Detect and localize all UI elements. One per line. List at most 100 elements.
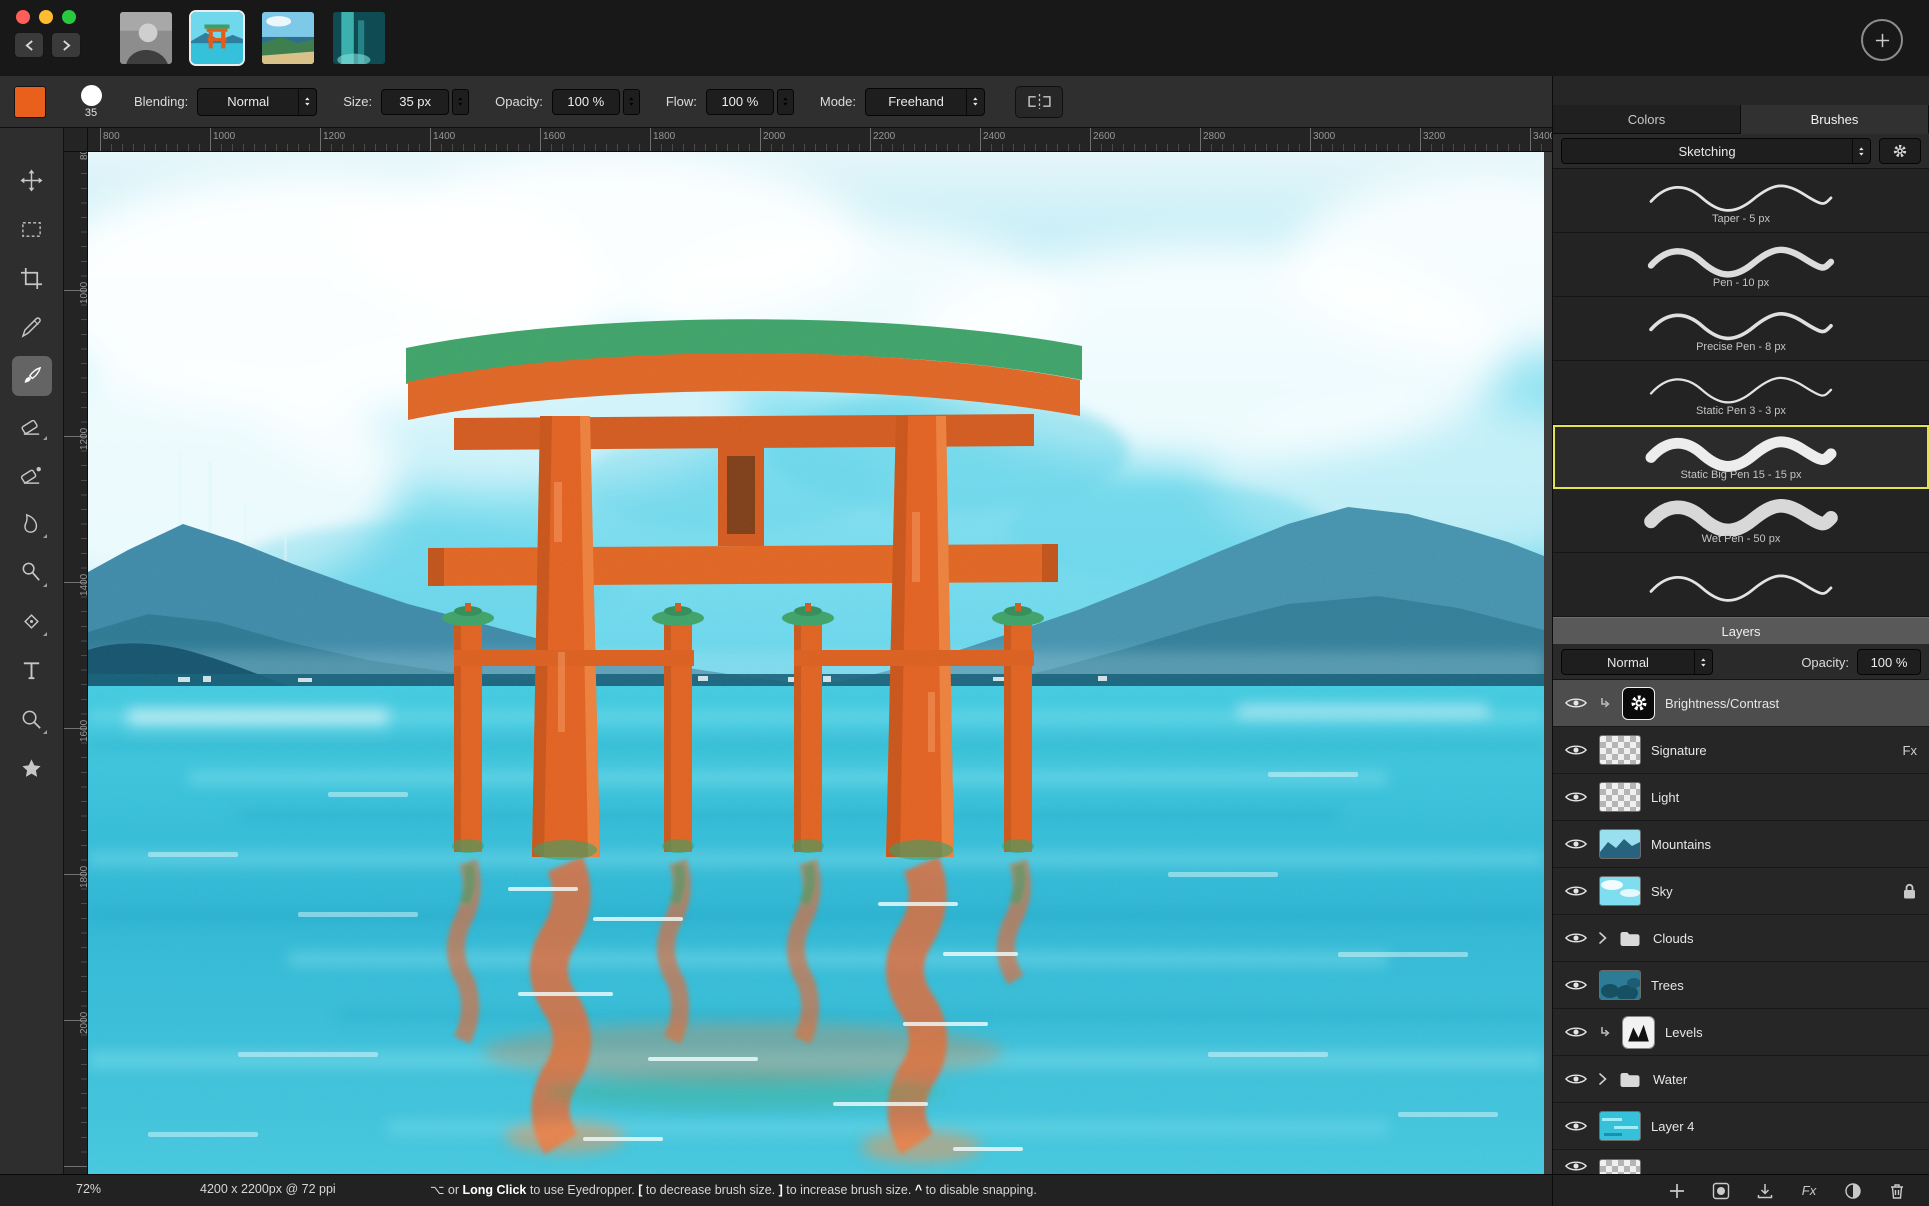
eraser-tool-button[interactable] <box>12 405 52 445</box>
ruler-number: 3000 <box>1313 131 1335 142</box>
merge-down-button[interactable] <box>1755 1181 1775 1201</box>
pencil-t[interactable] <box>12 307 52 347</box>
layer-thumbnail <box>1599 829 1641 859</box>
ruler-number: 2600 <box>1093 131 1115 142</box>
mode-dropdown[interactable]: Freehand <box>865 88 985 116</box>
new-document-button[interactable] <box>1861 19 1903 61</box>
flow-value[interactable]: 100 % <box>706 89 774 115</box>
opacity-stepper-arrows[interactable] <box>623 89 640 115</box>
layer-row-partial[interactable] <box>1553 1150 1929 1175</box>
favorites-star-button[interactable] <box>12 748 52 788</box>
layers-list: Brightness/Contrast Signature Fx Light M… <box>1553 680 1929 1175</box>
doc-thumb-torii-active[interactable] <box>191 12 243 64</box>
marquee-tool-button[interactable] <box>12 209 52 249</box>
minimize-window-button[interactable] <box>39 10 53 24</box>
size-value[interactable]: 35 px <box>381 89 449 115</box>
flow-stepper-arrows[interactable] <box>777 89 794 115</box>
visibility-eye-icon[interactable] <box>1565 1072 1589 1086</box>
brush-category-dropdown[interactable]: Sketching <box>1561 138 1871 164</box>
paint-brush-tool-button[interactable] <box>12 356 52 396</box>
visibility-eye-icon[interactable] <box>1565 743 1589 757</box>
clone-stamp-tool-button[interactable] <box>12 552 52 592</box>
visibility-eye-icon[interactable] <box>1565 1159 1589 1173</box>
visibility-eye-icon[interactable] <box>1565 696 1589 710</box>
layer-row-light[interactable]: Light <box>1553 774 1929 821</box>
ruler-horizontal[interactable]: 800 1000 1200 1400 1600 1800 2000 2200 2… <box>88 128 1552 152</box>
layer-row-water-group[interactable]: Water <box>1553 1056 1929 1103</box>
ruler-number: 2000 <box>763 131 785 142</box>
layers-title: Layers <box>1721 624 1760 639</box>
blending-dropdown[interactable]: Normal <box>197 88 317 116</box>
layer-row-clouds-group[interactable]: Clouds <box>1553 915 1929 962</box>
opacity-value[interactable]: 100 % <box>552 89 620 115</box>
doc-thumb-coast[interactable] <box>262 12 314 64</box>
fx-badge[interactable]: Fx <box>1903 743 1917 758</box>
symmetry-button[interactable] <box>1015 86 1063 118</box>
active-color-swatch[interactable] <box>14 86 46 118</box>
layer-opacity-field[interactable]: 100 % <box>1857 649 1921 675</box>
brush-item[interactable] <box>1553 553 1929 617</box>
opacity-stepper[interactable]: 100 % <box>552 89 640 115</box>
close-window-button[interactable] <box>16 10 30 24</box>
size-stepper[interactable]: 35 px <box>381 89 469 115</box>
tab-colors[interactable]: Colors <box>1553 105 1741 134</box>
zoom-tool-button[interactable] <box>12 699 52 739</box>
canvas[interactable] <box>88 152 1552 1175</box>
layer-row-trees[interactable]: Trees <box>1553 962 1929 1009</box>
visibility-eye-icon[interactable] <box>1565 884 1589 898</box>
brush-item-selected[interactable]: Static Big Pen 15 - 15 px <box>1553 425 1929 489</box>
layer-effects-button[interactable]: Fx <box>1799 1181 1819 1201</box>
layer-row-sky[interactable]: Sky <box>1553 868 1929 915</box>
brush-item[interactable]: Precise Pen - 8 px <box>1553 297 1929 361</box>
delete-layer-button[interactable] <box>1887 1181 1907 1201</box>
visibility-eye-icon[interactable] <box>1565 790 1589 804</box>
back-button[interactable] <box>14 32 44 58</box>
add-layer-button[interactable] <box>1667 1181 1687 1201</box>
zoom-level[interactable]: 72% <box>76 1182 101 1196</box>
brush-label: Static Big Pen 15 - 15 px <box>1680 469 1801 481</box>
text-tool-button[interactable] <box>12 650 52 690</box>
brush-item[interactable]: Static Pen 3 - 3 px <box>1553 361 1929 425</box>
visibility-eye-icon[interactable] <box>1565 837 1589 851</box>
expand-chevron-icon[interactable] <box>1599 1073 1609 1085</box>
flood-eraser-tool-button[interactable] <box>12 454 52 494</box>
expand-chevron-icon[interactable] <box>1599 932 1609 944</box>
layer-name: Levels <box>1665 1025 1917 1040</box>
ruler-number: 1800 <box>653 131 675 142</box>
brush-item[interactable]: Wet Pen - 50 px <box>1553 489 1929 553</box>
tab-brushes-label: Brushes <box>1811 112 1859 127</box>
adjustment-button[interactable] <box>1843 1181 1863 1201</box>
layer-row-brightness-contrast[interactable]: Brightness/Contrast <box>1553 680 1929 727</box>
doc-thumb-waterfall[interactable] <box>333 12 385 64</box>
layer-row-signature[interactable]: Signature Fx <box>1553 727 1929 774</box>
size-stepper-arrows[interactable] <box>452 89 469 115</box>
layer-row-layer4[interactable]: Layer 4 <box>1553 1103 1929 1150</box>
brush-item[interactable]: Pen - 10 px <box>1553 233 1929 297</box>
crop-tool-button[interactable] <box>12 258 52 298</box>
flow-stepper[interactable]: 100 % <box>706 89 794 115</box>
folder-icon <box>1619 1071 1643 1088</box>
fullscreen-window-button[interactable] <box>62 10 76 24</box>
add-mask-button[interactable] <box>1711 1181 1731 1201</box>
visibility-eye-icon[interactable] <box>1565 1025 1589 1039</box>
visibility-eye-icon[interactable] <box>1565 931 1589 945</box>
ruler-vertical[interactable]: 800 1000 1200 1400 1600 1800 2000 <box>64 152 88 1175</box>
brush-item[interactable]: Taper - 5 px <box>1553 169 1929 233</box>
layer-row-mountains[interactable]: Mountains <box>1553 821 1929 868</box>
brush-category-value: Sketching <box>1562 139 1852 163</box>
layer-blend-dropdown[interactable]: Normal <box>1561 649 1713 675</box>
size-label: Size: <box>343 94 372 109</box>
tab-brushes[interactable]: Brushes <box>1741 105 1929 134</box>
visibility-eye-icon[interactable] <box>1565 978 1589 992</box>
visibility-eye-icon[interactable] <box>1565 1119 1589 1133</box>
smudge-tool-button[interactable] <box>12 503 52 543</box>
lock-icon[interactable] <box>1902 882 1917 900</box>
torii-painting <box>88 152 1544 1175</box>
layer-row-levels[interactable]: Levels <box>1553 1009 1929 1056</box>
move-tool-button[interactable] <box>12 160 52 200</box>
forward-button[interactable] <box>51 32 81 58</box>
doc-thumb-portrait[interactable] <box>120 12 172 64</box>
transparent-layer-thumbnail <box>1599 1159 1641 1175</box>
brush-settings-button[interactable] <box>1879 138 1921 164</box>
gradient-tool-button[interactable] <box>12 601 52 641</box>
